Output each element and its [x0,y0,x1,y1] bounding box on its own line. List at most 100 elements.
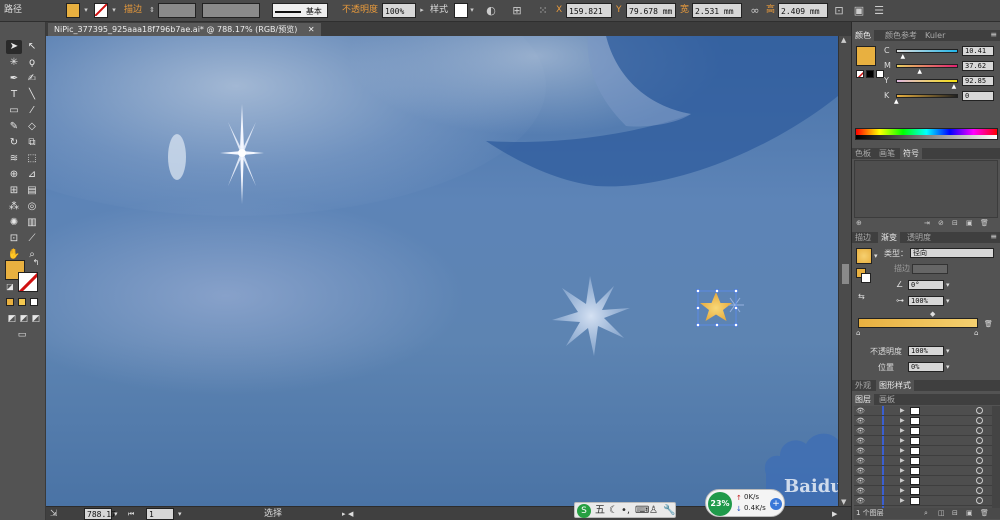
stroke-weight-field[interactable] [158,3,196,18]
stop-opacity-dropdown-icon[interactable]: ▾ [946,346,950,356]
perspective-grid-tool-icon[interactable]: ⊿ [24,168,40,182]
x-field[interactable]: 159.821 [566,3,612,18]
type-tool-icon[interactable]: T [6,88,22,102]
selection-tool-icon[interactable]: ➤ [6,40,22,54]
artboard-nav-icon[interactable]: ⇲ [50,508,58,520]
expand-arrow-icon[interactable]: ▶ [900,436,905,446]
layer-row[interactable]: 👁 ▶ [854,406,992,416]
slider-thumb-icon[interactable]: ▲ [952,82,957,92]
tab-color-guide[interactable]: 颜色参考 [882,30,920,41]
scroll-down-icon[interactable]: ▼ [841,498,846,506]
tab-swatches[interactable]: 色板 [852,148,874,159]
gradient-stroke-indicator[interactable] [861,273,871,283]
artboard-dropdown-icon[interactable]: ▾ [178,508,182,520]
paintbrush-tool-icon[interactable]: ⁄ [24,104,40,118]
place-symbol-icon[interactable]: ⇥ [924,218,930,228]
expand-arrow-icon[interactable]: ▶ [900,496,905,506]
gradient-preview-swatch[interactable] [856,248,872,264]
document-tab[interactable]: NiPic_377395_925aaa18f796b7ae.ai* @ 788.… [48,23,321,36]
symbol-library-icon[interactable]: ⊕ [856,218,862,228]
gradient-mode-button[interactable] [18,298,26,306]
gold-star-shape[interactable] [696,288,744,332]
expand-arrow-icon[interactable]: ▶ [900,476,905,486]
swap-fill-stroke-icon[interactable]: ↰ [28,256,44,270]
aspect-dropdown-icon[interactable]: ▾ [946,296,950,306]
stop-location-dropdown-icon[interactable]: ▾ [946,362,950,372]
align-options-icon[interactable]: ⊞ [510,3,524,18]
tab-color[interactable]: 颜色 [852,30,874,41]
first-artboard-icon[interactable]: ⏮ [128,508,134,520]
tab-artboards[interactable]: 画板 [876,394,898,405]
color-mode-button[interactable] [6,298,14,306]
scrollbar-thumb[interactable] [842,264,849,284]
zoom-dropdown-icon[interactable]: ▾ [114,508,118,520]
close-tab-icon[interactable]: ✕ [308,25,315,34]
pen-tool-icon[interactable]: ✒ [6,72,22,86]
layer-row[interactable]: 👁 ▶ [854,426,992,436]
punctuation-icon[interactable]: •, [621,504,630,518]
stroke-weight-stepper[interactable]: ⇕ [148,3,156,18]
direct-selection-tool-icon[interactable]: ↖ [24,40,40,54]
artboard-number-field[interactable]: 1 [146,508,174,520]
color-white-swatch[interactable] [876,70,884,78]
keyboard-icon[interactable]: ⌨ [635,504,649,518]
visibility-eye-icon[interactable]: 👁 [856,426,865,436]
gradient-tool-icon[interactable]: ▤ [24,184,40,198]
variable-width-dropdown[interactable] [202,3,260,18]
tab-stroke[interactable]: 描边 [852,232,874,243]
style-dropdown-icon[interactable]: ▾ [468,3,476,18]
stop-location-field[interactable]: 0% [908,362,944,372]
tab-symbols[interactable]: 符号 [900,148,922,159]
free-transform-tool-icon[interactable]: ⬚ [24,152,40,166]
brush-definition-dropdown[interactable]: 基本 [272,3,328,18]
layer-row[interactable]: 👁 ▶ [854,476,992,486]
zoom-field[interactable]: 788.17 [84,508,116,520]
panel-menu-icon[interactable]: ☰ [872,3,886,18]
expand-arrow-icon[interactable]: ▶ [900,466,905,476]
stroke-label[interactable]: 描边 [124,3,142,18]
fill-dropdown-icon[interactable]: ▾ [82,3,90,18]
stroke-gradient-buttons[interactable] [912,264,948,274]
none-mode-button[interactable] [30,298,38,306]
expand-arrow-icon[interactable]: ▶ [900,406,905,416]
magic-wand-tool-icon[interactable]: ✳ [6,56,22,70]
expand-arrow-icon[interactable]: ▶ [900,426,905,436]
gradient-preview-dropdown-icon[interactable]: ▾ [874,251,878,261]
transform-icon[interactable]: ⊡ [832,3,846,18]
target-circle-icon[interactable] [976,437,983,444]
channel-slider[interactable] [896,94,958,98]
visibility-eye-icon[interactable]: 👁 [856,456,865,466]
color-spectrum-bar[interactable] [855,128,998,140]
graphic-style-swatch[interactable] [454,3,468,18]
status-menu-icon[interactable]: ▸ [342,508,346,520]
target-circle-icon[interactable] [976,457,983,464]
slider-thumb-icon[interactable]: ▲ [894,97,899,107]
artboard-canvas[interactable]: Baidu.com [46,36,838,506]
symbol-sprayer-tool-icon[interactable]: ✺ [6,216,22,230]
opacity-field[interactable]: 100% [382,3,416,18]
width-field[interactable]: 2.531 mm [692,3,742,18]
slice-tool-icon[interactable]: ⟋ [24,232,40,246]
height-field[interactable]: 2.409 mm [778,3,828,18]
default-colors-icon[interactable]: ◪ [2,280,18,294]
speedup-plus-icon[interactable]: + [770,498,782,510]
slider-thumb-icon[interactable]: ▲ [900,52,905,62]
expand-arrow-icon[interactable]: ▶ [900,416,905,426]
channel-value-field[interactable]: 10.41 [962,46,994,56]
tab-transparency[interactable]: 透明度 [904,232,934,243]
visibility-eye-icon[interactable]: 👁 [856,486,865,496]
angle-dropdown-icon[interactable]: ▾ [946,280,950,290]
layer-row[interactable]: 👁 ▶ [854,446,992,456]
layer-row[interactable]: 👁 ▶ [854,416,992,426]
slider-thumb-icon[interactable]: ▲ [917,67,922,77]
target-circle-icon[interactable] [976,407,983,414]
layer-row[interactable]: 👁 ▶ [854,496,992,506]
target-circle-icon[interactable] [976,427,983,434]
gradient-angle-field[interactable]: 0° [908,280,944,290]
mesh-tool-icon[interactable]: ⊞ [6,184,22,198]
eyedropper-tool-icon[interactable]: ⁂ [6,200,22,214]
warp-tool-icon[interactable]: ≋ [6,152,22,166]
pencil-tool-icon[interactable]: ✎ [6,120,22,134]
ime-mode-char[interactable]: 五 [595,504,605,518]
stroke-color-box[interactable] [18,272,38,292]
